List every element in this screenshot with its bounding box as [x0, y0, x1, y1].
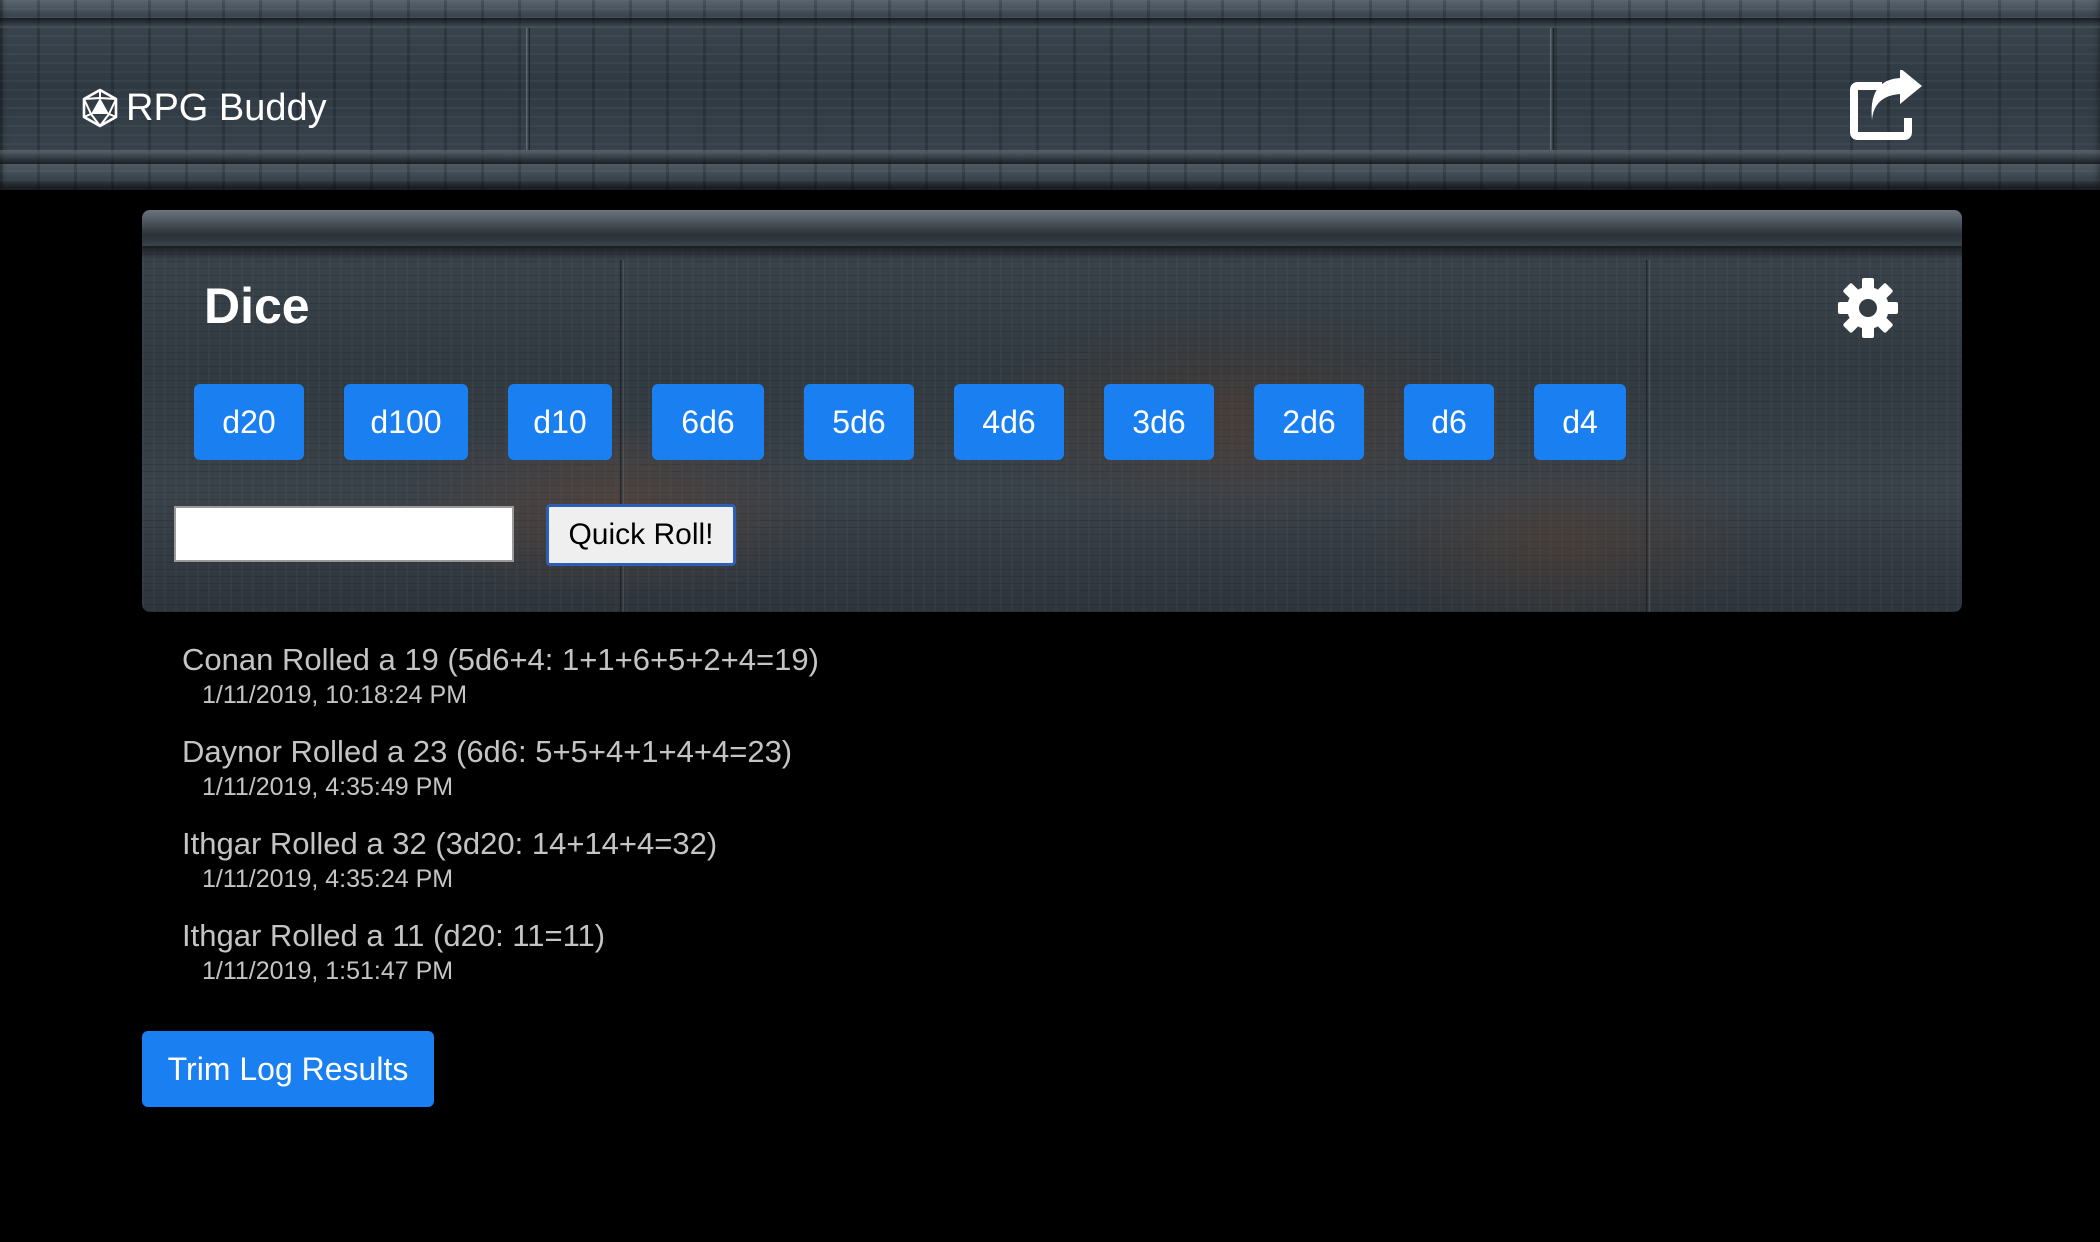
navbar-texture-seam: [0, 150, 2100, 164]
roll-d20-button[interactable]: d20: [194, 384, 304, 460]
panel-texture-rail: [142, 210, 1962, 246]
quick-roll-input[interactable]: [174, 506, 514, 562]
dice-buttons: d20 d100 d10 6d6 5d6 4d6 3d6 2d6 d6 d4: [142, 384, 1962, 460]
log-roll-text: Daynor Rolled a 23 (6d6: 5+5+4+1+4+4=23): [182, 734, 793, 769]
log-item: Daynor Rolled a 23 (6d6: 5+5+4+1+4+4=23)…: [182, 732, 1382, 824]
roll-d6-button[interactable]: d6: [1404, 384, 1494, 460]
log-item: Ithgar Rolled a 32 (3d20: 14+14+4=32) 1/…: [182, 824, 1382, 916]
quick-roll-button[interactable]: Quick Roll!: [546, 504, 736, 566]
roll-5d6-button[interactable]: 5d6: [804, 384, 914, 460]
share-button[interactable]: [1848, 70, 1926, 142]
log-timestamp: 1/11/2019, 4:35:24 PM: [202, 865, 454, 893]
d20-icon: [82, 88, 118, 128]
panel-title: Dice: [204, 278, 310, 334]
log-roll-text: Conan Rolled a 19 (5d6+4: 1+1+6+5+2+4=19…: [182, 642, 819, 677]
panel-texture-rail: [142, 246, 1962, 260]
log-item: Conan Rolled a 19 (5d6+4: 1+1+6+5+2+4=19…: [182, 640, 1382, 732]
log-roll-text: Ithgar Rolled a 32 (3d20: 14+14+4=32): [182, 826, 718, 861]
navbar-texture-post: [526, 28, 530, 150]
trim-log-button[interactable]: Trim Log Results: [142, 1031, 434, 1107]
roll-4d6-button[interactable]: 4d6: [954, 384, 1064, 460]
roll-log: Conan Rolled a 19 (5d6+4: 1+1+6+5+2+4=19…: [182, 640, 1382, 1008]
settings-button[interactable]: [1836, 276, 1900, 340]
roll-3d6-button[interactable]: 3d6: [1104, 384, 1214, 460]
navbar-texture-seam: [0, 18, 2100, 28]
navbar-texture-post: [1550, 28, 1554, 150]
top-navbar: RPG Buddy: [0, 0, 2100, 190]
brand-name: RPG Buddy: [126, 87, 327, 129]
log-item: Ithgar Rolled a 11 (d20: 11=11) 1/11/201…: [182, 916, 1382, 1008]
log-roll-text: Ithgar Rolled a 11 (d20: 11=11): [182, 918, 606, 953]
roll-d4-button[interactable]: d4: [1534, 384, 1626, 460]
roll-6d6-button[interactable]: 6d6: [652, 384, 764, 460]
log-timestamp: 1/11/2019, 10:18:24 PM: [202, 681, 468, 709]
brand-link[interactable]: RPG Buddy: [80, 84, 327, 132]
share-icon: [1850, 70, 1922, 140]
roll-2d6-button[interactable]: 2d6: [1254, 384, 1364, 460]
dice-panel: Dice d20 d100 d10 6d6 5d6 4d6 3d6 2d6 d6: [142, 210, 1962, 612]
roll-d10-button[interactable]: d10: [508, 384, 612, 460]
gear-icon: [1838, 278, 1898, 338]
roll-d100-button[interactable]: d100: [344, 384, 468, 460]
log-timestamp: 1/11/2019, 4:35:49 PM: [202, 773, 454, 801]
log-timestamp: 1/11/2019, 1:51:47 PM: [202, 957, 454, 985]
